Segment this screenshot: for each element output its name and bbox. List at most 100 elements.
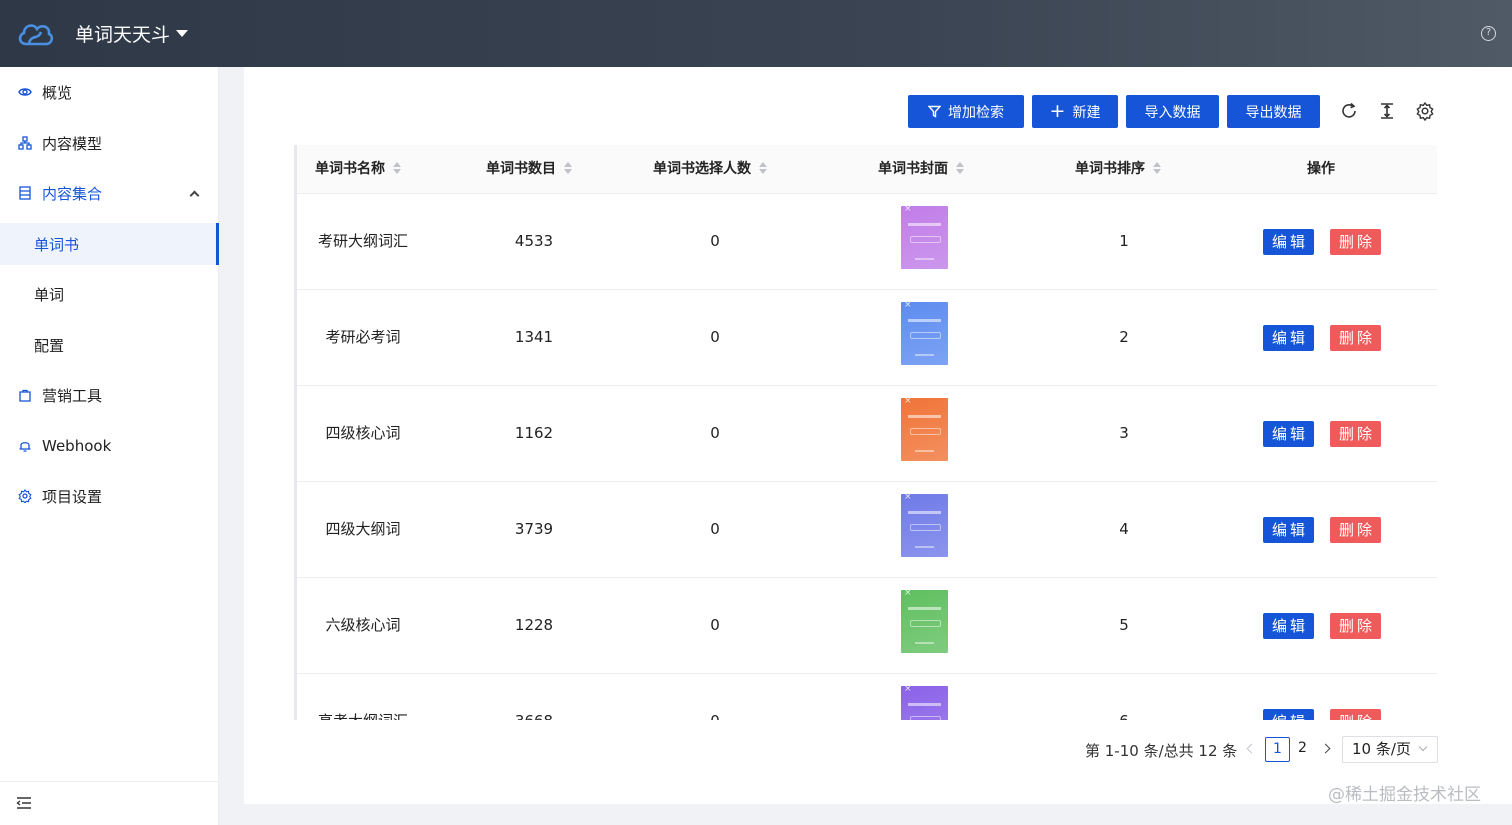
- sidebar-item-label: 内容模型: [42, 134, 103, 153]
- column-header-count[interactable]: 单词书数目: [486, 145, 572, 194]
- add-filter-button[interactable]: 增加检索: [908, 95, 1024, 128]
- delete-button[interactable]: 删除: [1330, 517, 1381, 543]
- cover-image[interactable]: [901, 588, 948, 653]
- cloud-logo-icon: [18, 24, 54, 46]
- row-density-icon[interactable]: [1377, 101, 1397, 121]
- cell-count: 1162: [514, 424, 554, 442]
- app-title[interactable]: 单词天天斗: [75, 20, 170, 47]
- help-icon[interactable]: ?: [1481, 26, 1496, 41]
- pagination-page-2[interactable]: 2: [1290, 737, 1315, 762]
- menu-collapse-icon[interactable]: [16, 796, 32, 810]
- cell-selected: 0: [710, 232, 720, 250]
- cover-image[interactable]: [901, 300, 948, 365]
- cover-image[interactable]: [901, 492, 948, 557]
- sort-icon[interactable]: [393, 162, 401, 174]
- database-icon: [19, 186, 31, 200]
- delete-button[interactable]: 删除: [1330, 325, 1381, 351]
- cell-count: 1341: [514, 328, 554, 346]
- column-header-cover[interactable]: 单词书封面: [878, 145, 964, 194]
- table-row: 考研必考词 1341 0 2 编辑删除: [297, 290, 1437, 386]
- top-header: 单词天天斗 ?: [0, 0, 1512, 67]
- sidebar-item-word[interactable]: 单词: [0, 273, 219, 315]
- delete-button[interactable]: 删除: [1330, 709, 1381, 720]
- pagination-prev-icon[interactable]: [1246, 743, 1257, 754]
- edit-button[interactable]: 编辑: [1263, 229, 1314, 255]
- column-header-name[interactable]: 单词书名称: [315, 145, 401, 194]
- cell-name: 六级核心词: [325, 616, 401, 634]
- cell-order: 2: [1119, 328, 1129, 346]
- cell-order: 1: [1119, 232, 1129, 250]
- sidebar-item-label: 项目设置: [42, 487, 103, 506]
- sidebar-item-content-collection[interactable]: 内容集合: [0, 172, 219, 214]
- delete-button[interactable]: 删除: [1330, 421, 1381, 447]
- edit-button[interactable]: 编辑: [1263, 517, 1314, 543]
- refresh-icon[interactable]: [1339, 101, 1359, 121]
- sort-icon[interactable]: [1153, 162, 1161, 174]
- chevron-down-icon: [1418, 742, 1428, 752]
- cell-order: 6: [1064, 674, 1184, 720]
- sidebar-item-marketing[interactable]: 营销工具: [0, 374, 219, 416]
- import-label: 导入数据: [1144, 104, 1201, 121]
- cover-image[interactable]: [901, 204, 948, 269]
- cell-selected: 0: [710, 616, 720, 634]
- main-content-card: 增加检索 + 新建 导入数据 导出数据 单词书名称 单词书数目 单词书选择人数 …: [244, 67, 1512, 804]
- page-size-value: 10 条/页: [1352, 740, 1411, 758]
- sort-icon[interactable]: [564, 162, 572, 174]
- watermark: @稀土掘金技术社区: [1328, 785, 1481, 805]
- sidebar-item-webhook[interactable]: Webhook: [0, 425, 219, 467]
- cell-order: 3: [1119, 424, 1129, 442]
- cell-selected: 0: [710, 424, 720, 442]
- chevron-up-icon[interactable]: [189, 190, 200, 200]
- settings-gear-icon[interactable]: [1415, 101, 1435, 121]
- sidebar-item-wordbook[interactable]: 单词书: [0, 223, 219, 265]
- sidebar-divider: [0, 781, 219, 782]
- sort-icon[interactable]: [759, 162, 767, 174]
- pagination-next-icon[interactable]: [1320, 743, 1331, 754]
- cell-count: 1228: [514, 616, 554, 634]
- sidebar-item-config[interactable]: 配置: [0, 324, 219, 366]
- sidebar-item-label: Webhook: [42, 437, 112, 455]
- sidebar: 概览 内容模型 内容集合 单词书 单词 配置 营销工具 Webhook 项目设置: [0, 67, 219, 825]
- column-header-order[interactable]: 单词书排序: [1075, 145, 1161, 194]
- pagination-page-1[interactable]: 1: [1265, 737, 1290, 762]
- cell-order: 4: [1119, 520, 1129, 538]
- export-label: 导出数据: [1245, 104, 1302, 121]
- cell-count: 3668: [474, 674, 594, 720]
- edit-button[interactable]: 编辑: [1263, 613, 1314, 639]
- sidebar-item-label: 概览: [42, 83, 73, 102]
- sidebar-item-project-settings[interactable]: 项目设置: [0, 475, 219, 517]
- page-size-select[interactable]: 10 条/页: [1342, 736, 1438, 763]
- edit-button[interactable]: 编辑: [1263, 709, 1314, 720]
- export-data-button[interactable]: 导出数据: [1227, 95, 1320, 128]
- create-button[interactable]: + 新建: [1032, 95, 1118, 128]
- bell-icon: [19, 442, 31, 452]
- shopping-bag-icon: [19, 389, 31, 402]
- plus-icon: +: [1049, 100, 1066, 122]
- sidebar-item-content-model[interactable]: 内容模型: [0, 122, 219, 164]
- table-row: 考研大纲词汇 4533 0 1 编辑删除: [297, 194, 1437, 290]
- delete-button[interactable]: 删除: [1330, 613, 1381, 639]
- column-header-label: 单词书数目: [486, 161, 556, 177]
- cell-name: 四级大纲词: [325, 520, 401, 538]
- column-header-selected[interactable]: 单词书选择人数: [653, 145, 767, 194]
- gear-icon: [18, 489, 32, 503]
- import-data-button[interactable]: 导入数据: [1126, 95, 1219, 128]
- sort-icon[interactable]: [956, 162, 964, 174]
- sidebar-item-label: 营销工具: [42, 386, 103, 405]
- app-switch-caret-icon[interactable]: [176, 30, 188, 37]
- sidebar-item-overview[interactable]: 概览: [0, 71, 219, 113]
- wordbook-table: 单词书名称 单词书数目 单词书选择人数 单词书封面 单词书排序 操作 考研大纲词…: [294, 145, 1437, 720]
- cover-image[interactable]: [901, 396, 948, 461]
- edit-button[interactable]: 编辑: [1263, 421, 1314, 447]
- cell-name: 考研大纲词汇: [317, 232, 408, 250]
- cell-order: 5: [1119, 616, 1129, 634]
- cell-name: 考研必考词: [325, 328, 401, 346]
- table-row: 四级核心词 1162 0 3 编辑删除: [297, 386, 1437, 482]
- edit-button[interactable]: 编辑: [1263, 325, 1314, 351]
- table-row: 四级大纲词 3739 0 4 编辑删除: [297, 482, 1437, 578]
- delete-button[interactable]: 删除: [1330, 229, 1381, 255]
- column-header-label: 单词书名称: [315, 161, 385, 177]
- cell-selected: 0: [710, 328, 720, 346]
- cover-image[interactable]: [901, 684, 948, 720]
- table-row: 六级核心词 1228 0 5 编辑删除: [297, 578, 1437, 674]
